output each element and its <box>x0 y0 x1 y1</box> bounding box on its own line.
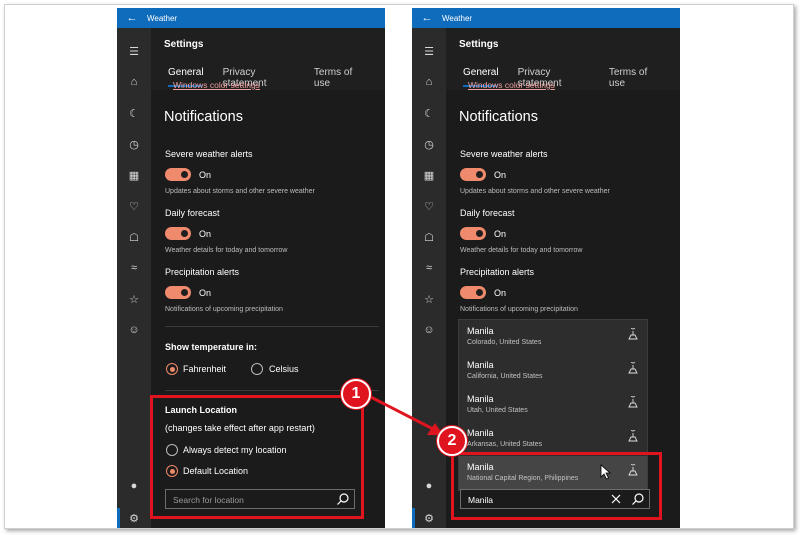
step-badge-1: 1 <box>341 379 371 409</box>
fahrenheit-radio[interactable] <box>166 363 178 375</box>
precipitation-state: On <box>199 288 212 298</box>
map-pin-icon <box>628 328 638 340</box>
settings-gear-icon[interactable]: ⚙ <box>117 508 151 528</box>
map-pin-icon <box>628 362 638 374</box>
temperature-heading: Show temperature in: <box>165 342 258 352</box>
celsius-radio[interactable] <box>251 363 263 375</box>
windows-color-settings-link[interactable]: Windows color settings <box>468 80 555 90</box>
precipitation-state: On <box>494 288 507 298</box>
daily-forecast-label: Daily forecast <box>165 208 220 218</box>
notifications-heading: Notifications <box>164 109 243 125</box>
nav-rail: ☰ ⌂ ☾ ◷ ▦ ♡ ☖ ≈ ☆ ☺ ● ⚙ <box>117 28 151 528</box>
feedback-smiley-icon[interactable]: ☺ <box>117 320 151 340</box>
window-title: Weather <box>442 13 473 23</box>
favorites-icon[interactable]: ☆ <box>117 289 151 309</box>
step-badge-2: 2 <box>437 426 467 456</box>
suggestion-item[interactable]: Manila Colorado, United States <box>459 320 647 354</box>
suggestion-region: California, United States <box>467 373 543 380</box>
title-bar: ← Weather <box>117 8 385 28</box>
precipitation-toggle[interactable] <box>165 286 191 299</box>
map-pin-icon <box>628 396 638 408</box>
daily-forecast-desc: Weather details for today and tomorrow <box>460 247 583 254</box>
daily-forecast-toggle[interactable] <box>165 227 191 240</box>
maps-icon[interactable]: ♡ <box>117 196 151 216</box>
celsius-label: Celsius <box>269 364 299 374</box>
tab-terms-of-use[interactable]: Terms of use <box>314 67 366 89</box>
favorites-icon[interactable]: ☆ <box>412 289 446 309</box>
account-icon[interactable]: ● <box>412 476 446 496</box>
daily-forecast-state: On <box>494 229 507 239</box>
suggestion-name: Manila <box>467 326 494 336</box>
forecast-icon[interactable]: ☾ <box>412 103 446 123</box>
hamburger-menu-icon[interactable]: ☰ <box>412 41 446 61</box>
notifications-heading: Notifications <box>459 109 538 125</box>
suggestion-item[interactable]: Manila California, United States <box>459 354 647 388</box>
suggestion-item[interactable]: Manila Arkansas, United States <box>459 422 647 456</box>
severe-alerts-state: On <box>199 170 212 180</box>
suggestion-name: Manila <box>467 360 494 370</box>
tab-terms-of-use[interactable]: Terms of use <box>609 67 661 89</box>
precipitation-toggle[interactable] <box>460 286 486 299</box>
daily-forecast-toggle[interactable] <box>460 227 486 240</box>
account-icon[interactable]: ● <box>117 476 151 496</box>
historical-icon[interactable]: ☖ <box>117 227 151 247</box>
severe-alerts-toggle[interactable] <box>165 168 191 181</box>
highlight-box-step-2 <box>451 452 662 520</box>
title-bar: ← Weather <box>412 8 680 28</box>
daily-forecast-label: Daily forecast <box>460 208 515 218</box>
precipitation-label: Precipitation alerts <box>165 267 240 277</box>
windows-color-settings-link[interactable]: Windows color settings <box>173 80 260 90</box>
precipitation-desc: Notifications of upcoming precipitation <box>165 306 283 313</box>
back-arrow-icon[interactable]: ← <box>117 12 147 24</box>
suggestion-item[interactable]: Manila Utah, United States <box>459 388 647 422</box>
back-arrow-icon[interactable]: ← <box>412 12 442 24</box>
daily-forecast-desc: Weather details for today and tomorrow <box>165 247 288 254</box>
precipitation-desc: Notifications of upcoming precipitation <box>460 306 578 313</box>
map-pin-icon <box>628 430 638 442</box>
home-icon[interactable]: ⌂ <box>412 72 446 92</box>
suggestion-region: Utah, United States <box>467 407 528 414</box>
settings-gear-icon[interactable]: ⚙ <box>412 508 446 528</box>
page-title: Settings <box>164 39 204 50</box>
suggestion-name: Manila <box>467 428 494 438</box>
calendar-icon[interactable]: ▦ <box>117 165 151 185</box>
nav-rail: ☰ ⌂ ☾ ◷ ▦ ♡ ☖ ≈ ☆ ☺ ● ⚙ <box>412 28 446 528</box>
calendar-icon[interactable]: ▦ <box>412 165 446 185</box>
chart-icon[interactable]: ≈ <box>117 258 151 278</box>
suggestion-name: Manila <box>467 394 494 404</box>
severe-alerts-state: On <box>494 170 507 180</box>
severe-alerts-toggle[interactable] <box>460 168 486 181</box>
suggestion-region: Arkansas, United States <box>467 441 543 448</box>
severe-alerts-label: Severe weather alerts <box>460 149 548 159</box>
divider <box>165 326 379 327</box>
feedback-smiley-icon[interactable]: ☺ <box>412 320 446 340</box>
precipitation-label: Precipitation alerts <box>460 267 535 277</box>
suggestion-region: Colorado, United States <box>467 339 542 346</box>
home-icon[interactable]: ⌂ <box>117 72 151 92</box>
clock-icon[interactable]: ◷ <box>412 134 446 154</box>
severe-alerts-desc: Updates about storms and other severe we… <box>165 188 315 195</box>
highlight-box-step-1 <box>150 395 364 519</box>
severe-alerts-desc: Updates about storms and other severe we… <box>460 188 610 195</box>
clock-icon[interactable]: ◷ <box>117 134 151 154</box>
chart-icon[interactable]: ≈ <box>412 258 446 278</box>
daily-forecast-state: On <box>199 229 212 239</box>
hamburger-menu-icon[interactable]: ☰ <box>117 41 151 61</box>
severe-alerts-label: Severe weather alerts <box>165 149 253 159</box>
forecast-icon[interactable]: ☾ <box>117 103 151 123</box>
page-title: Settings <box>459 39 499 50</box>
fahrenheit-label: Fahrenheit <box>183 364 227 374</box>
historical-icon[interactable]: ☖ <box>412 227 446 247</box>
maps-icon[interactable]: ♡ <box>412 196 446 216</box>
window-title: Weather <box>147 13 178 23</box>
